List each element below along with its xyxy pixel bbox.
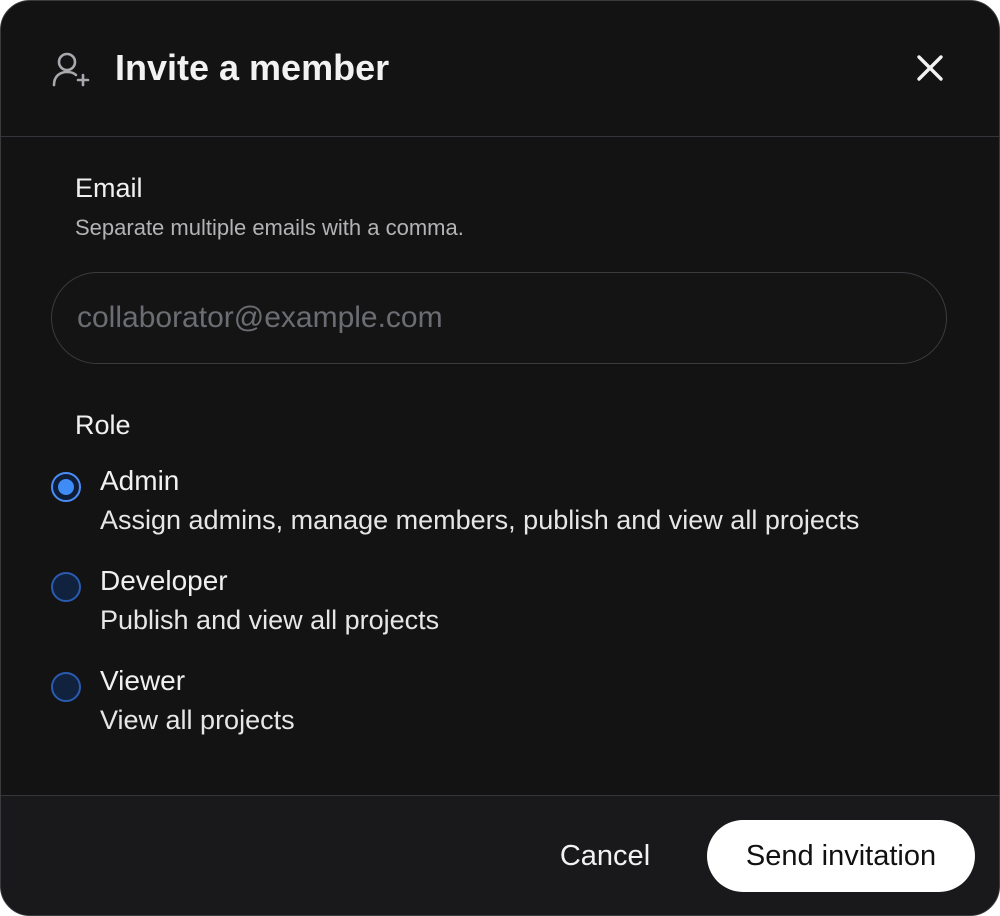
- email-input[interactable]: [51, 272, 947, 364]
- dialog-header: Invite a member: [1, 1, 999, 137]
- radio-button-admin[interactable]: [51, 472, 81, 502]
- email-hint: Separate multiple emails with a comma.: [75, 215, 464, 240]
- send-invitation-button[interactable]: Send invitation: [707, 820, 975, 892]
- role-option-admin[interactable]: Admin Assign admins, manage members, pub…: [51, 465, 951, 551]
- role-option-developer[interactable]: Developer Publish and view all projects: [51, 565, 951, 651]
- close-button[interactable]: [907, 47, 953, 93]
- role-option-title: Admin: [100, 465, 180, 496]
- radio-button-viewer[interactable]: [51, 672, 81, 702]
- role-option-title: Viewer: [100, 665, 186, 696]
- role-option-description: View all projects: [100, 705, 295, 735]
- role-option-description: Publish and view all projects: [100, 605, 440, 635]
- role-option-description: Assign admins, manage members, publish a…: [100, 505, 860, 535]
- invite-member-dialog: Invite a member Email Separate multiple …: [0, 0, 1000, 916]
- role-label: Role: [75, 410, 131, 440]
- close-icon: [916, 54, 944, 87]
- dialog-footer: Cancel Send invitation: [1, 795, 999, 915]
- user-plus-icon: [51, 51, 91, 89]
- radio-button-developer[interactable]: [51, 572, 81, 602]
- role-option-viewer[interactable]: Viewer View all projects: [51, 665, 951, 751]
- role-option-title: Developer: [100, 565, 228, 596]
- cancel-button[interactable]: Cancel: [537, 826, 673, 886]
- email-label: Email: [75, 173, 143, 203]
- dialog-title: Invite a member: [115, 47, 390, 88]
